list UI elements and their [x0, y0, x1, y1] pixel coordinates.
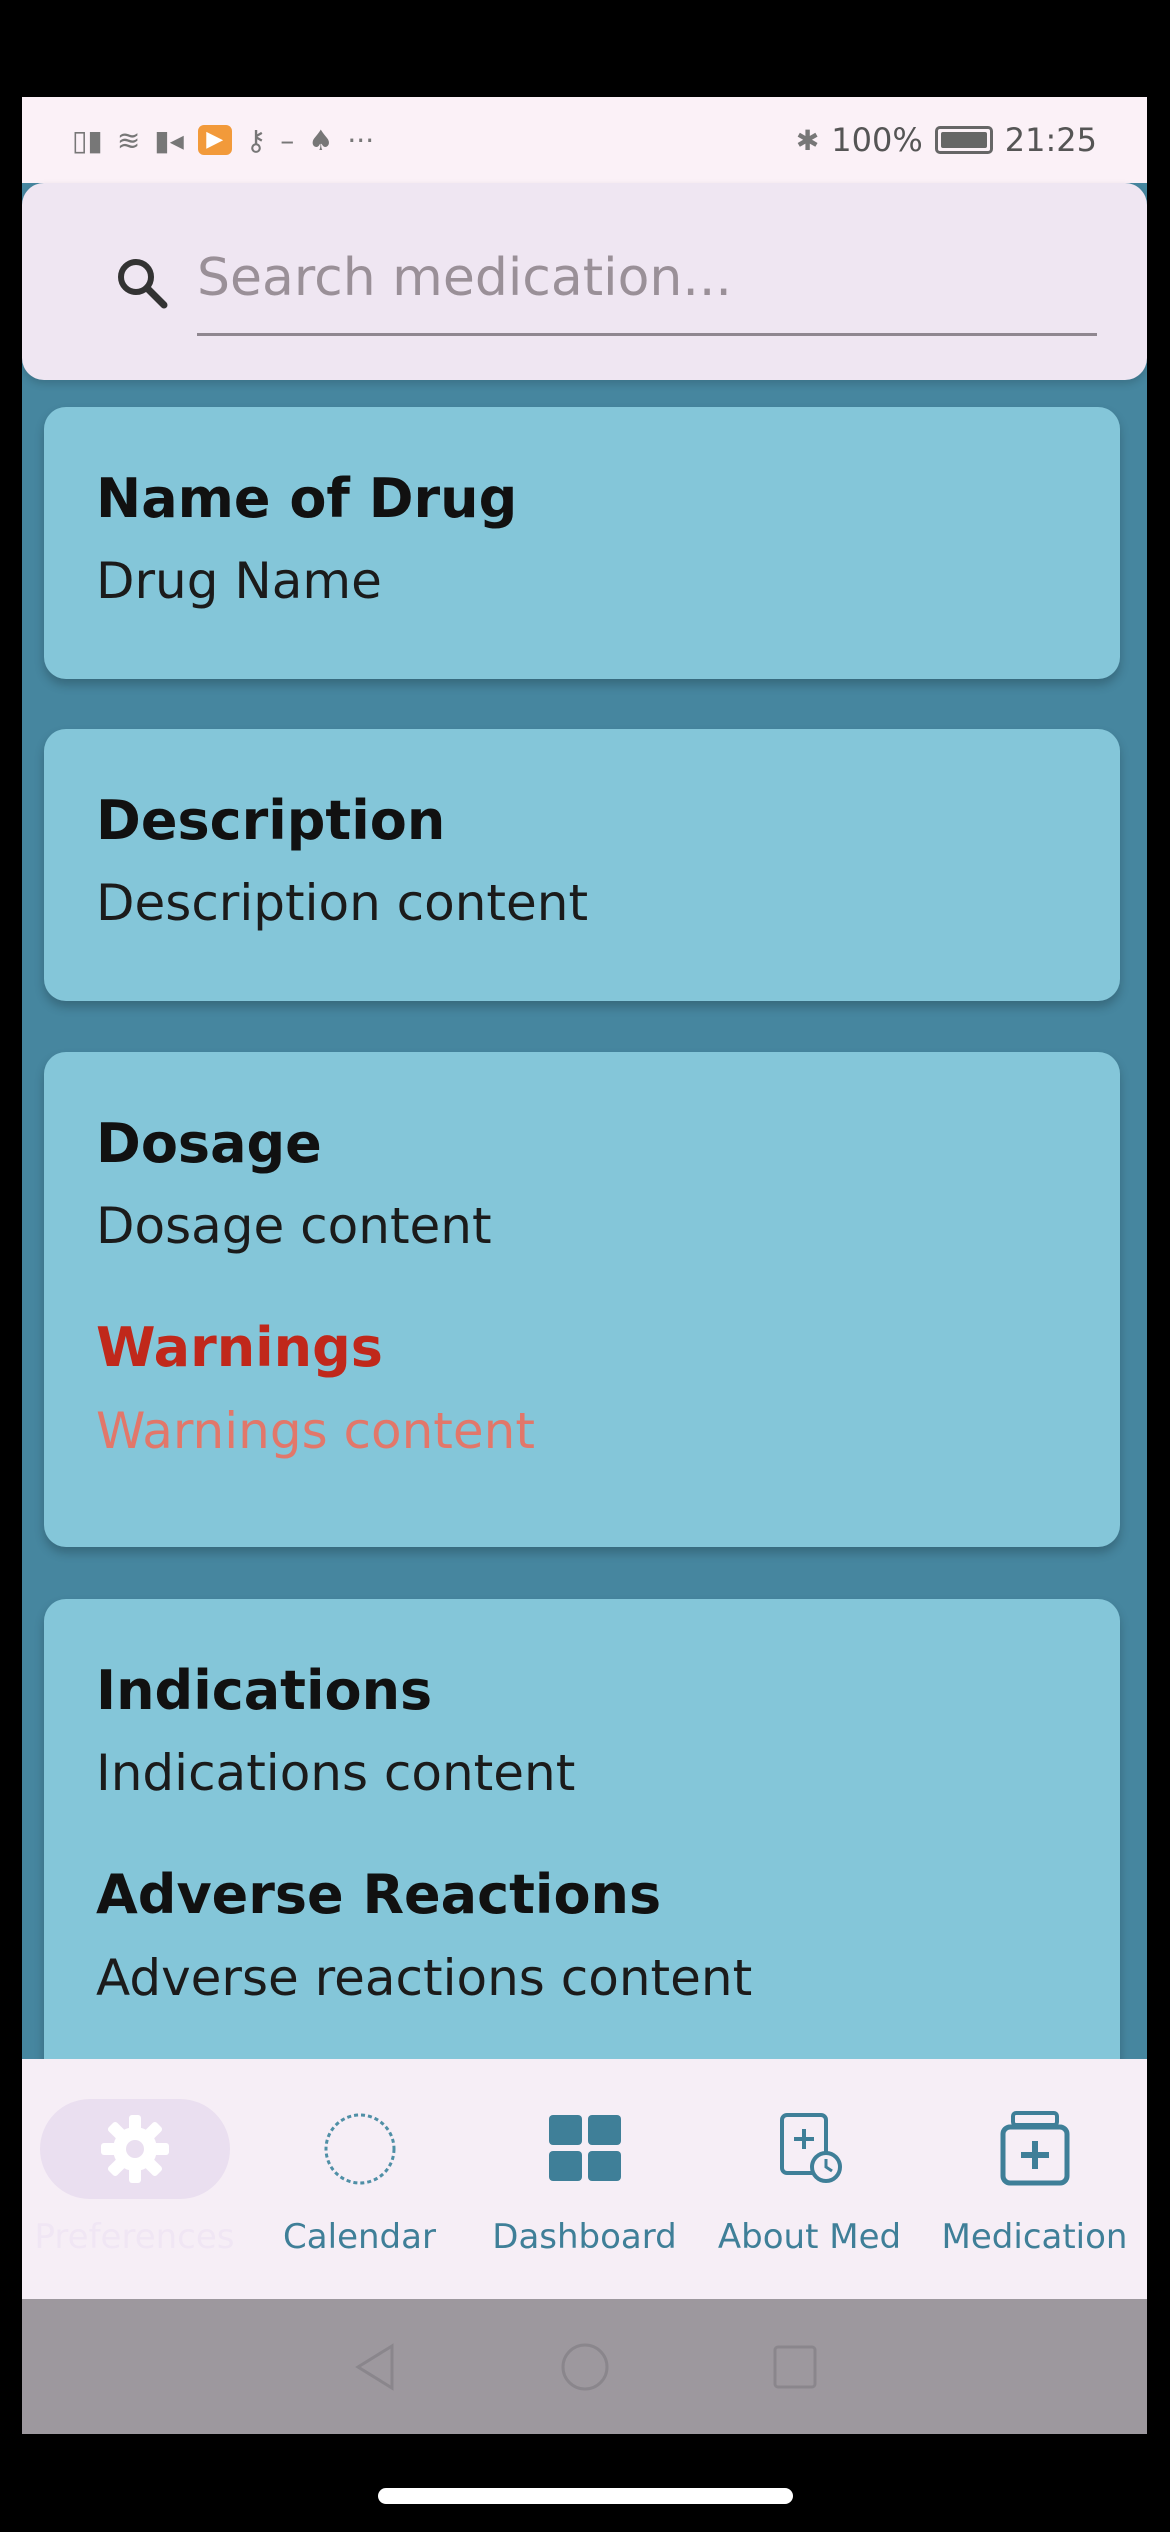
wifi-icon: ≋ — [116, 123, 141, 157]
bluetooth-icon: ✱ — [795, 123, 820, 157]
recents-icon[interactable] — [765, 2337, 825, 2397]
video-icon: ▮◂ — [154, 123, 184, 157]
description-value: Description content — [96, 874, 589, 933]
circle-icon — [324, 2113, 395, 2185]
key-icon: ⚷ — [245, 123, 267, 157]
home-indicator[interactable] — [378, 2488, 793, 2504]
drug-name-heading: Name of Drug — [96, 467, 518, 530]
dash-icon: – — [280, 123, 295, 157]
search-input[interactable] — [197, 243, 1097, 313]
dosage-card: Dosage Dosage content Warnings Warnings … — [44, 1052, 1120, 1547]
app-screen: ▯▮ ≋ ▮◂ ▶ ⚷ – ♠ ··· ✱ 100% 21:25 Name of… — [22, 97, 1147, 2434]
nav-item-preferences[interactable]: Preferences — [22, 2059, 247, 2299]
warnings-value: Warnings content — [96, 1401, 535, 1460]
status-bar: ▯▮ ≋ ▮◂ ▶ ⚷ – ♠ ··· ✱ 100% 21:25 — [22, 97, 1147, 183]
nav-label-calendar: Calendar — [283, 2217, 436, 2257]
status-icons-right: ✱ 100% 21:25 — [796, 121, 1097, 159]
nav-label-preferences: Preferences — [34, 2217, 235, 2257]
battery-percent: 100% — [831, 121, 923, 159]
home-icon[interactable] — [555, 2337, 615, 2397]
search-bar — [22, 183, 1147, 380]
indications-heading: Indications — [96, 1659, 433, 1722]
nav-label-dashboard: Dashboard — [492, 2217, 677, 2257]
nav-item-dashboard[interactable]: Dashboard — [472, 2059, 697, 2299]
warnings-heading: Warnings — [96, 1316, 383, 1380]
grid-icon — [548, 2115, 621, 2181]
clock: 21:25 — [1004, 121, 1097, 159]
medicine-box-icon — [1000, 2111, 1069, 2186]
battery-icon — [934, 126, 993, 154]
dosage-heading: Dosage — [96, 1112, 322, 1175]
search-underline — [197, 333, 1097, 336]
indications-value: Indications content — [96, 1744, 576, 1803]
description-card: Description Description content — [44, 729, 1120, 1001]
nav-item-about-med[interactable]: About Med — [697, 2059, 922, 2299]
flame-icon: ♠ — [308, 123, 334, 157]
description-heading: Description — [96, 789, 446, 852]
drug-name-value: Drug Name — [96, 552, 382, 611]
status-icons-left: ▯▮ ≋ ▮◂ ▶ ⚷ – ♠ ··· — [72, 124, 374, 157]
system-navigation-bar — [22, 2299, 1147, 2434]
med-info-icon — [779, 2113, 842, 2183]
adverse-reactions-value: Adverse reactions content — [96, 1948, 753, 2007]
play-app-icon: ▶ — [197, 125, 232, 155]
dosage-value: Dosage content — [96, 1197, 492, 1256]
signal-icon: ▯▮ — [72, 123, 103, 157]
back-icon[interactable] — [345, 2337, 405, 2397]
nav-label-about-med: About Med — [717, 2217, 902, 2257]
gear-icon — [100, 2115, 169, 2183]
bottom-navigation: Preferences Calendar Dashboard About Med… — [22, 2059, 1147, 2299]
adverse-reactions-heading: Adverse Reactions — [96, 1863, 662, 1927]
indications-card: Indications Indications content Adverse … — [44, 1599, 1120, 2099]
drug-name-card: Name of Drug Drug Name — [44, 407, 1120, 679]
nav-item-calendar[interactable]: Calendar — [247, 2059, 472, 2299]
more-icon: ··· — [347, 123, 375, 157]
nav-item-medication[interactable]: Medication — [922, 2059, 1147, 2299]
search-icon[interactable] — [112, 253, 172, 313]
nav-label-medication: Medication — [941, 2217, 1128, 2257]
